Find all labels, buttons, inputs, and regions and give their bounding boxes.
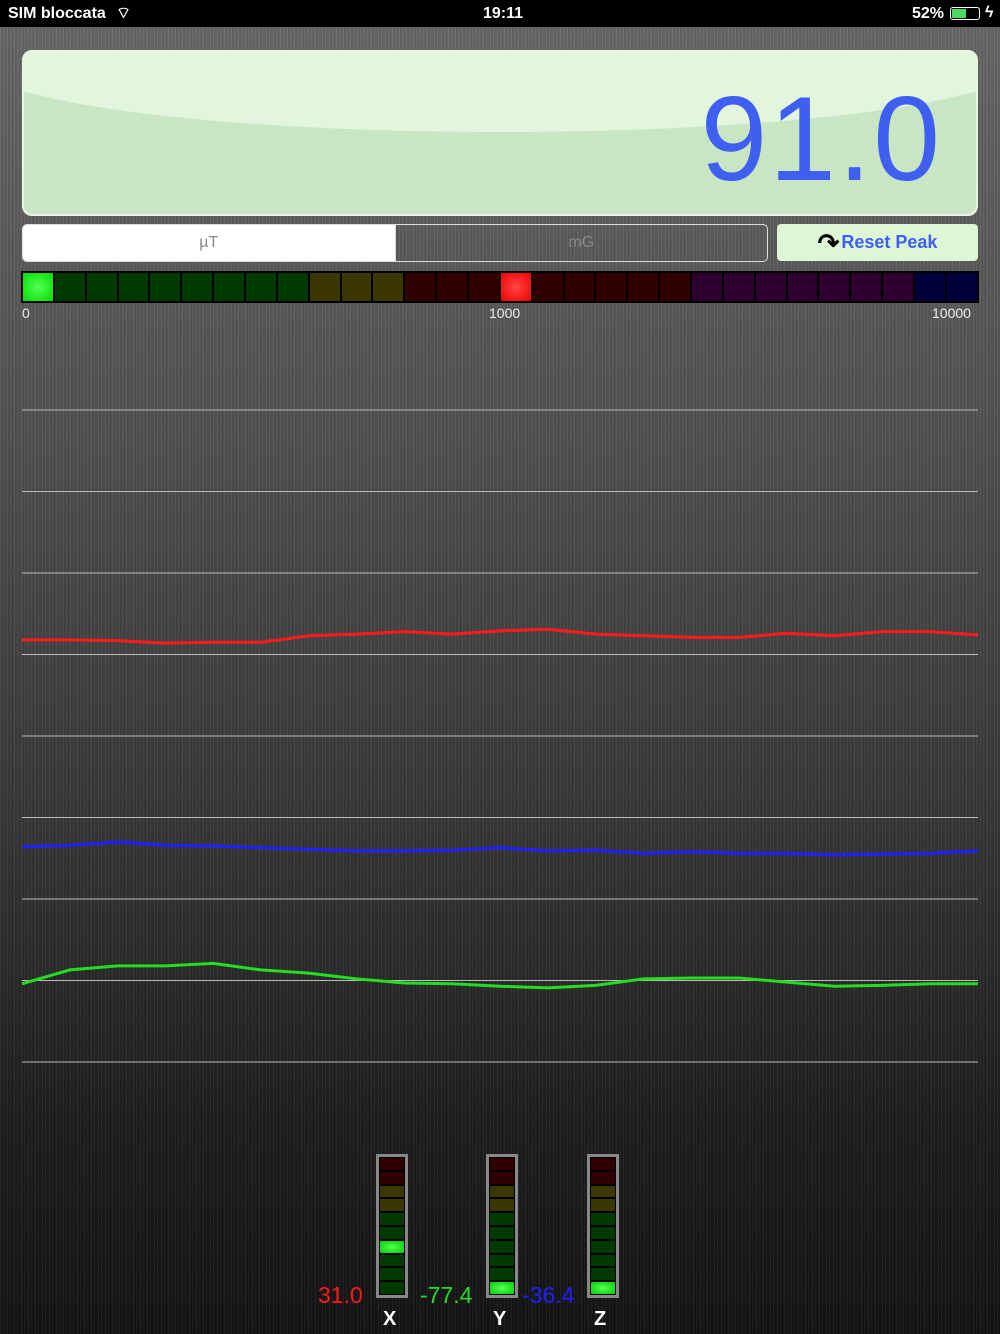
meter-segment <box>380 1268 404 1281</box>
axis-meter-z <box>587 1154 619 1298</box>
meter-segment <box>591 1171 615 1184</box>
axis-meter-x <box>376 1154 408 1298</box>
axis-label-x: X <box>383 1308 397 1330</box>
meter-segment <box>380 1171 404 1184</box>
meter-segment <box>490 1213 514 1225</box>
axis-meter-y <box>486 1154 518 1298</box>
meter-segment <box>380 1185 404 1198</box>
meter-segment <box>380 1158 404 1170</box>
trace-z <box>21 840 979 857</box>
meter-segment <box>490 1158 514 1170</box>
meter-segment <box>591 1213 615 1225</box>
meter-segment <box>490 1240 514 1253</box>
meter-segment <box>380 1240 404 1253</box>
meter-segment <box>591 1268 615 1281</box>
meter-segment <box>591 1254 615 1267</box>
meter-segment <box>380 1226 404 1239</box>
trace-x <box>22 627 979 645</box>
meter-segment <box>380 1199 404 1212</box>
meter-segment <box>490 1268 514 1281</box>
meter-segment <box>490 1254 514 1267</box>
meter-segment <box>591 1199 615 1212</box>
axis-label-z: Z <box>594 1308 607 1330</box>
meter-segment <box>591 1226 615 1239</box>
meter-segment <box>380 1213 404 1225</box>
meter-segment <box>490 1171 514 1184</box>
meter-segment <box>490 1199 514 1212</box>
meter-segment <box>591 1158 615 1170</box>
meter-segment <box>490 1185 514 1198</box>
meter-segment <box>380 1282 404 1294</box>
meter-segment <box>591 1282 615 1294</box>
trace-graph <box>21 409 979 1063</box>
axis-value-z: -36.4 <box>522 1282 575 1308</box>
meter-segment <box>591 1240 615 1253</box>
axis-value-x: 31.0 <box>318 1282 363 1308</box>
meter-segment <box>380 1254 404 1267</box>
meter-segment <box>591 1185 615 1198</box>
trace-y <box>21 961 978 990</box>
meter-segment <box>490 1226 514 1239</box>
meter-segment <box>490 1282 514 1294</box>
axis-label-y: Y <box>493 1308 507 1330</box>
axis-value-y: -77.4 <box>420 1282 473 1308</box>
